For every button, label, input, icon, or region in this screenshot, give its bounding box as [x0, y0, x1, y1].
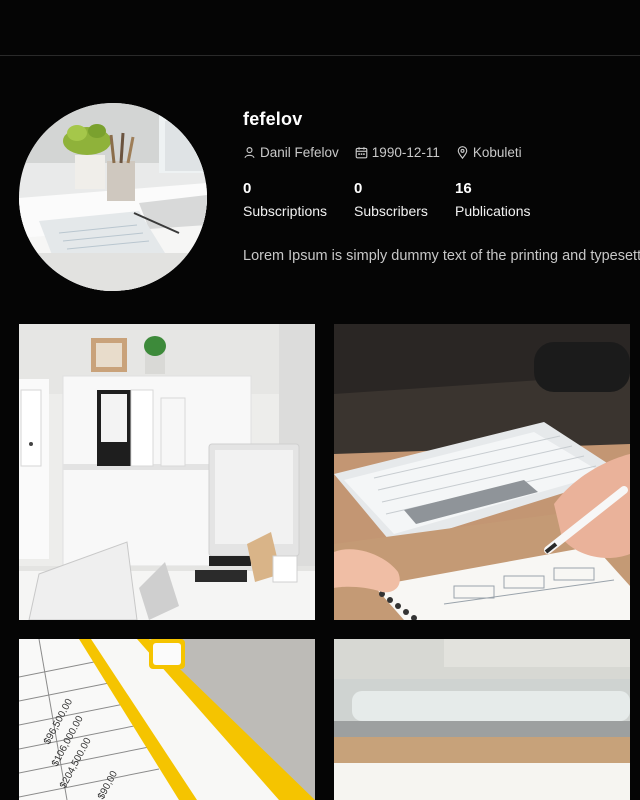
laptop-closeup-photo	[334, 639, 630, 800]
publication-photo[interactable]: $96,500.00 $106,000.00 $204,500.00 $90,0…	[19, 639, 315, 800]
birth-date-item: 1990-12-11	[355, 145, 440, 160]
profile-info: fefelov Danil Fefelov 1990-12-11 Kobulet…	[243, 108, 640, 266]
spreadsheet-folder-photo: $96,500.00 $106,000.00 $204,500.00 $90,0…	[19, 639, 315, 800]
profile-stats: 0 Subscriptions 0 Subscribers 16 Publica…	[243, 180, 640, 220]
avatar-desk-illustration	[19, 103, 207, 291]
profile-bio: Lorem Ipsum is simply dummy text of the …	[243, 248, 640, 264]
stat-value: 16	[455, 180, 472, 197]
profile-meta: Danil Fefelov 1990-12-11 Kobuleti	[243, 143, 640, 161]
stat-label: Subscribers	[354, 203, 428, 219]
stat-value: 0	[354, 180, 363, 197]
full-name: Danil Fefelov	[260, 144, 339, 160]
username: fefelov	[243, 109, 303, 129]
stat-value: 0	[243, 180, 252, 197]
full-name-item: Danil Fefelov	[243, 145, 339, 160]
publication-photo[interactable]	[19, 324, 315, 620]
stat-label: Subscriptions	[243, 203, 328, 219]
location: Kobuleti	[472, 144, 522, 160]
map-pin-icon	[457, 145, 468, 159]
top-bar	[0, 0, 640, 56]
writing-notes-photo	[334, 324, 630, 620]
stat-subscriptions[interactable]: 0 Subscriptions	[243, 180, 354, 220]
stat-subscribers[interactable]: 0 Subscribers	[354, 180, 455, 220]
stat-label: Publications	[455, 203, 531, 219]
location-item: Kobuleti	[456, 145, 522, 160]
stat-publications[interactable]: 16 Publications	[455, 180, 575, 220]
calendar-icon	[355, 146, 368, 158]
office-shelf-photo	[19, 324, 315, 620]
publication-photo[interactable]	[334, 639, 630, 800]
birth-date: 1990-12-11	[371, 144, 440, 160]
publication-photo[interactable]	[334, 324, 630, 620]
user-icon	[244, 146, 255, 158]
avatar[interactable]	[19, 103, 207, 291]
